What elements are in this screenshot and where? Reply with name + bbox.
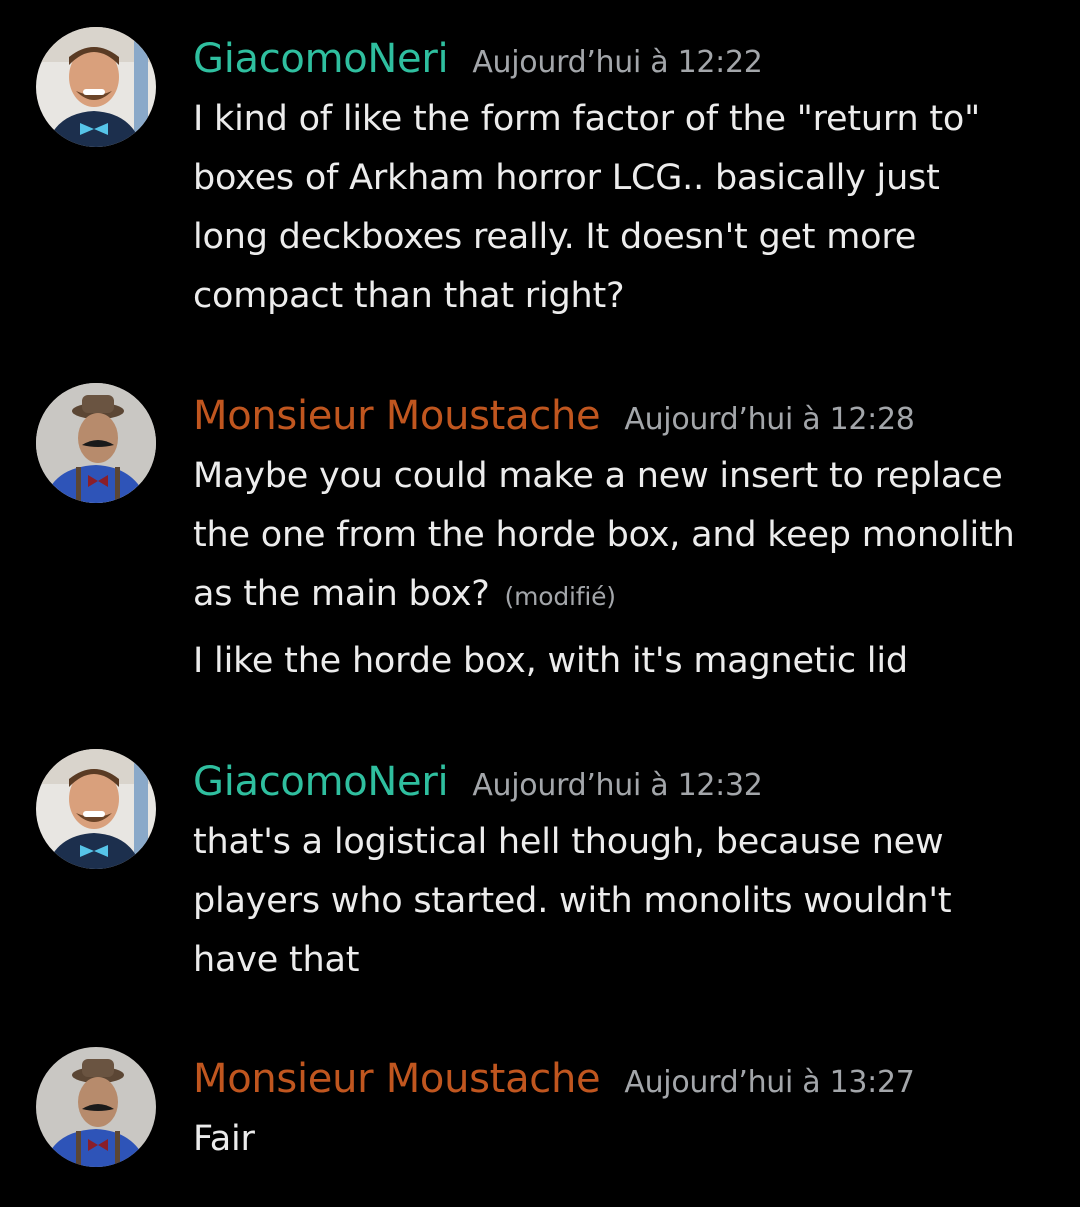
- timestamp: Aujourd’hui à 12:22: [472, 45, 763, 80]
- message-text: I kind of like the form factor of the "r…: [193, 90, 1053, 326]
- message-line: Maybe you could make a new insert to rep…: [193, 456, 1003, 496]
- message-line: I like the horde box, with it's magnetic…: [193, 641, 908, 681]
- message-line: have that: [193, 940, 360, 980]
- username[interactable]: GiacomoNeri: [193, 36, 449, 82]
- timestamp: Aujourd’hui à 12:28: [624, 402, 915, 437]
- avatar[interactable]: [36, 1047, 156, 1167]
- username[interactable]: Monsieur Moustache: [193, 393, 601, 439]
- message-line: as the main box? (modifié): [193, 565, 1053, 626]
- username[interactable]: Monsieur Moustache: [193, 1056, 601, 1102]
- timestamp: Aujourd’hui à 13:27: [624, 1065, 915, 1100]
- message-line-text: as the main box?: [193, 574, 490, 614]
- message-header: GiacomoNeri Aujourd’hui à 12:32: [193, 759, 763, 805]
- avatar[interactable]: [36, 749, 156, 869]
- avatar[interactable]: [36, 27, 156, 147]
- message-text: I like the horde box, with it's magnetic…: [193, 632, 1053, 691]
- avatar[interactable]: [36, 383, 156, 503]
- message-line: I kind of like the form factor of the "r…: [193, 99, 981, 139]
- message-line: boxes of Arkham horror LCG.. basically j…: [193, 158, 940, 198]
- message-line: compact than that right?: [193, 276, 625, 316]
- message-line: long deckboxes really. It doesn't get mo…: [193, 217, 917, 257]
- message-line: players who started. with monolits would…: [193, 881, 952, 921]
- timestamp: Aujourd’hui à 12:32: [472, 768, 763, 803]
- message-text: that's a logistical hell though, because…: [193, 813, 1053, 990]
- message-text: Fair: [193, 1110, 1053, 1169]
- message-header: Monsieur Moustache Aujourd’hui à 12:28: [193, 393, 915, 439]
- message-line: that's a logistical hell though, because…: [193, 822, 944, 862]
- message-header: GiacomoNeri Aujourd’hui à 12:22: [193, 36, 763, 82]
- message-line: Fair: [193, 1119, 255, 1159]
- message-text: Maybe you could make a new insert to rep…: [193, 447, 1053, 626]
- message-line: the one from the horde box, and keep mon…: [193, 515, 1015, 555]
- edited-label: (modifié): [504, 582, 617, 611]
- username[interactable]: GiacomoNeri: [193, 759, 449, 805]
- message-header: Monsieur Moustache Aujourd’hui à 13:27: [193, 1056, 915, 1102]
